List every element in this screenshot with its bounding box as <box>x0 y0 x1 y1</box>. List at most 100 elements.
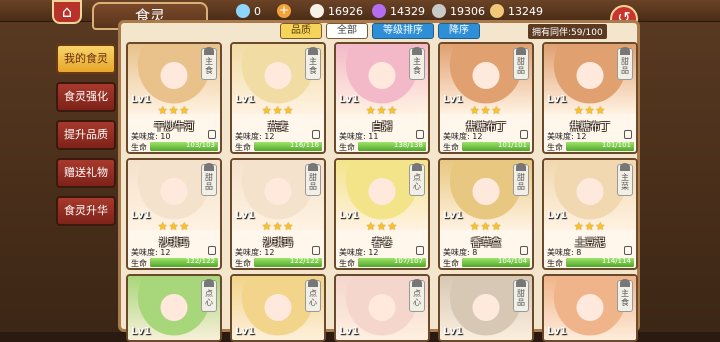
lock-icon[interactable] <box>624 246 632 255</box>
spirit-card[interactable]: 甜品 Lv1 ★★★ 沙琪玛 美味度: 12 生命 122/122 <box>126 158 222 270</box>
card-grid: 主食 Lv1 ★★★ 干炒牛河 美味度: 10 生命 103/103 主食 Lv… <box>126 42 646 342</box>
category-tag: 甜品 <box>617 47 633 80</box>
food-count: 13249 <box>508 4 543 18</box>
lock-icon[interactable] <box>208 130 216 139</box>
hp-value: 104/104 <box>497 257 527 265</box>
hp-bar: 104/104 <box>462 257 530 267</box>
hp-bar: 138/138 <box>358 141 426 151</box>
category-tag: 主食 <box>305 47 321 80</box>
taste-value: 美味度: 10 <box>131 132 171 141</box>
hp-value: 122/122 <box>289 257 319 265</box>
hp-value: 101/101 <box>497 141 527 149</box>
side-item-my-spirits[interactable]: 我的食灵 <box>56 44 116 74</box>
hp-bar: 101/101 <box>462 141 530 151</box>
hp-label: 生命 <box>235 259 251 268</box>
taste-value: 美味度: 12 <box>339 248 379 257</box>
hp-value: 138/138 <box>393 141 423 149</box>
hp-value: 114/114 <box>601 257 631 265</box>
food-icon <box>490 4 504 18</box>
side-item-quality[interactable]: 提升品质 <box>56 120 116 150</box>
hp-value: 103/103 <box>185 141 215 149</box>
star-rating: ★★★ <box>469 220 503 233</box>
crystal-count: 14329 <box>390 4 425 18</box>
star-rating: ★★★ <box>365 220 399 233</box>
star-rating: ★★★ <box>157 104 191 117</box>
category-tag: 甜品 <box>305 163 321 196</box>
category-tag: 甜品 <box>201 163 217 196</box>
lock-icon[interactable] <box>416 130 424 139</box>
hp-bar: 107/107 <box>358 257 426 267</box>
sort-order-button[interactable]: 降序 <box>438 23 480 39</box>
side-item-gift[interactable]: 赠送礼物 <box>56 158 116 188</box>
lock-icon[interactable] <box>208 246 216 255</box>
lock-icon[interactable] <box>312 130 320 139</box>
gourd-count: 16926 <box>328 4 363 18</box>
spirit-card[interactable]: 甜品 Lv1 ★★★ 沙琪玛 美味度: 12 生命 122/122 <box>230 158 326 270</box>
hp-bar: 122/122 <box>150 257 218 267</box>
spirit-card[interactable]: 主食 Lv1 ★★★ 燕麦 美味度: 12 生命 116/116 <box>230 42 326 154</box>
home-button[interactable]: ⌂ <box>52 0 82 24</box>
hp-value: 122/122 <box>185 257 215 265</box>
hp-value: 116/116 <box>289 141 319 149</box>
hp-label: 生命 <box>339 143 355 152</box>
spirit-card[interactable]: 点心 Lv1 ★★★ 春卷 美味度: 12 生命 107/107 <box>334 158 430 270</box>
side-menu: 我的食灵 食灵强化 提升品质 赠送礼物 食灵升华 <box>56 44 116 234</box>
taste-value: 美味度: 8 <box>443 248 478 257</box>
spirit-card[interactable]: 主食 Lv1 ★★★ 干炒牛河 美味度: 10 生命 103/103 <box>126 42 222 154</box>
hp-label: 生命 <box>547 143 563 152</box>
star-rating: ★★★ <box>573 104 607 117</box>
star-rating: ★★★ <box>365 104 399 117</box>
hp-label: 生命 <box>235 143 251 152</box>
spirit-card[interactable]: 甜品 Lv1 ★★★ 焦糖布丁 美味度: 12 生命 101/101 <box>438 42 534 154</box>
add-diamond-button[interactable]: + <box>277 4 291 18</box>
quality-filter-button[interactable]: 品质 <box>280 23 322 39</box>
lock-icon[interactable] <box>624 130 632 139</box>
hp-label: 生命 <box>547 259 563 268</box>
category-tag: 点心 <box>409 163 425 196</box>
category-tag: 主食 <box>617 279 633 312</box>
resource-coin: 19306 <box>432 3 485 19</box>
resource-diamond: 0 + <box>236 3 291 19</box>
hp-label: 生命 <box>443 143 459 152</box>
star-rating: ★★★ <box>469 104 503 117</box>
hp-value: 101/101 <box>601 141 631 149</box>
category-tag: 点心 <box>201 279 217 312</box>
spirit-card[interactable]: 甜品 Lv1 ★★★ 焦糖布丁 美味度: 12 生命 101/101 <box>542 42 638 154</box>
category-tag: 点心 <box>305 279 321 312</box>
coin-icon <box>432 4 446 18</box>
lock-icon[interactable] <box>520 246 528 255</box>
category-tag: 甜品 <box>513 47 529 80</box>
spirit-card[interactable]: 主菜 Lv1 ★★★ 土豆泥 美味度: 8 生命 114/114 <box>542 158 638 270</box>
hp-label: 生命 <box>339 259 355 268</box>
taste-value: 美味度: 12 <box>235 248 275 257</box>
hp-label: 生命 <box>131 143 147 152</box>
taste-value: 美味度: 8 <box>547 248 582 257</box>
resource-food: 13249 <box>490 3 543 19</box>
lock-icon[interactable] <box>520 130 528 139</box>
spirit-card[interactable]: 甜品 Lv1 ★★★ 香草盒 美味度: 8 生命 104/104 <box>438 158 534 270</box>
crystal-icon <box>372 4 386 18</box>
category-tag: 主食 <box>201 47 217 80</box>
star-rating: ★★★ <box>261 220 295 233</box>
gourd-icon <box>310 4 324 18</box>
star-rating: ★★★ <box>573 220 607 233</box>
side-item-sublimate[interactable]: 食灵升华 <box>56 196 116 226</box>
all-filter-dropdown[interactable]: 全部 <box>326 23 368 39</box>
hp-label: 生命 <box>131 259 147 268</box>
spirit-card[interactable]: 主食 Lv1 ★★★ 白粥 美味度: 11 生命 138/138 <box>334 42 430 154</box>
diamond-count: 0 <box>254 4 261 18</box>
hp-bar: 114/114 <box>566 257 634 267</box>
category-tag: 点心 <box>409 279 425 312</box>
taste-value: 美味度: 12 <box>235 132 275 141</box>
side-item-enhance[interactable]: 食灵强化 <box>56 82 116 112</box>
hp-bar: 116/116 <box>254 141 322 151</box>
hp-label: 生命 <box>443 259 459 268</box>
coin-count: 19306 <box>450 4 485 18</box>
filter-toolbar: 品质 全部 等级排序 降序 <box>280 23 480 39</box>
sort-level-button[interactable]: 等级排序 <box>372 23 434 39</box>
category-tag: 甜品 <box>513 279 529 312</box>
taste-value: 美味度: 12 <box>443 132 483 141</box>
hp-bar: 122/122 <box>254 257 322 267</box>
lock-icon[interactable] <box>312 246 320 255</box>
lock-icon[interactable] <box>416 246 424 255</box>
